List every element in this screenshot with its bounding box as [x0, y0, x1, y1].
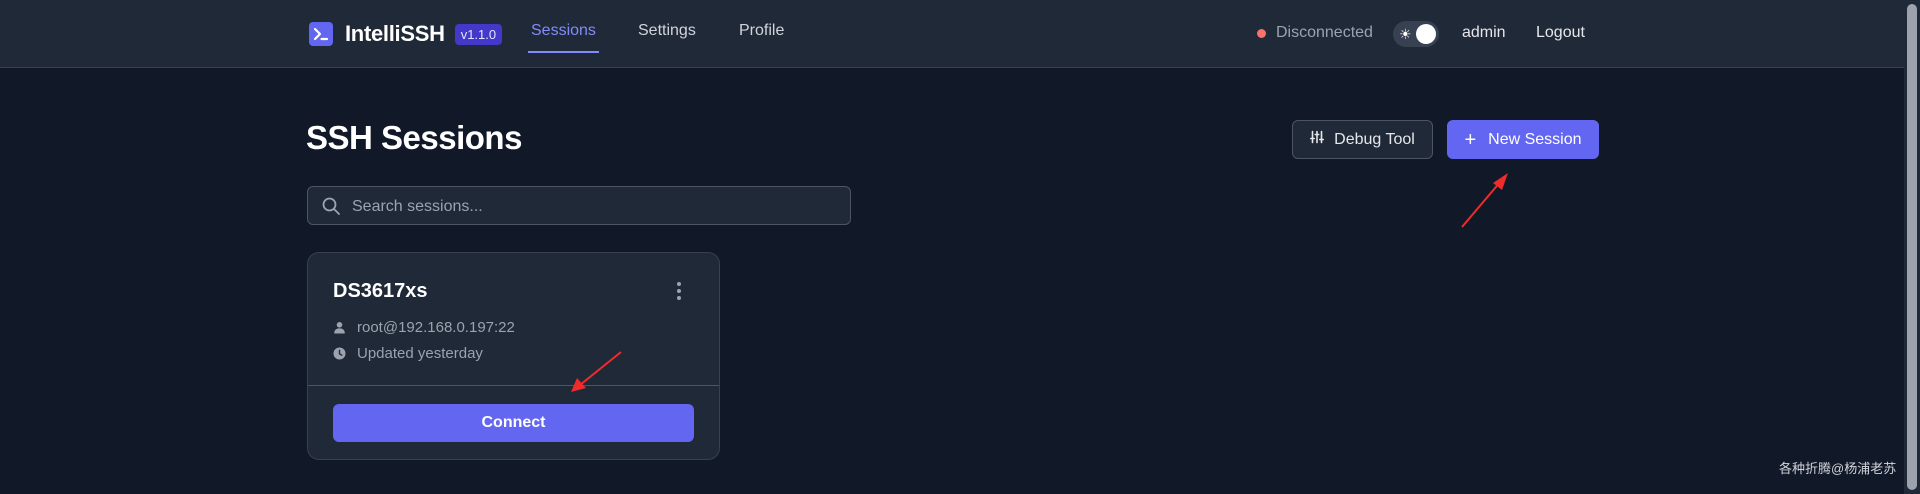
annotation-arrow-new-session	[1461, 180, 1502, 228]
annotation-arrow-connect	[579, 351, 622, 386]
annotation-overlay	[571, 173, 1508, 392]
watermark: 各种折腾@杨浦老苏	[1779, 461, 1897, 476]
annotation-arrowhead-connect	[571, 378, 586, 392]
scrollbar-thumb[interactable]	[1907, 4, 1917, 490]
